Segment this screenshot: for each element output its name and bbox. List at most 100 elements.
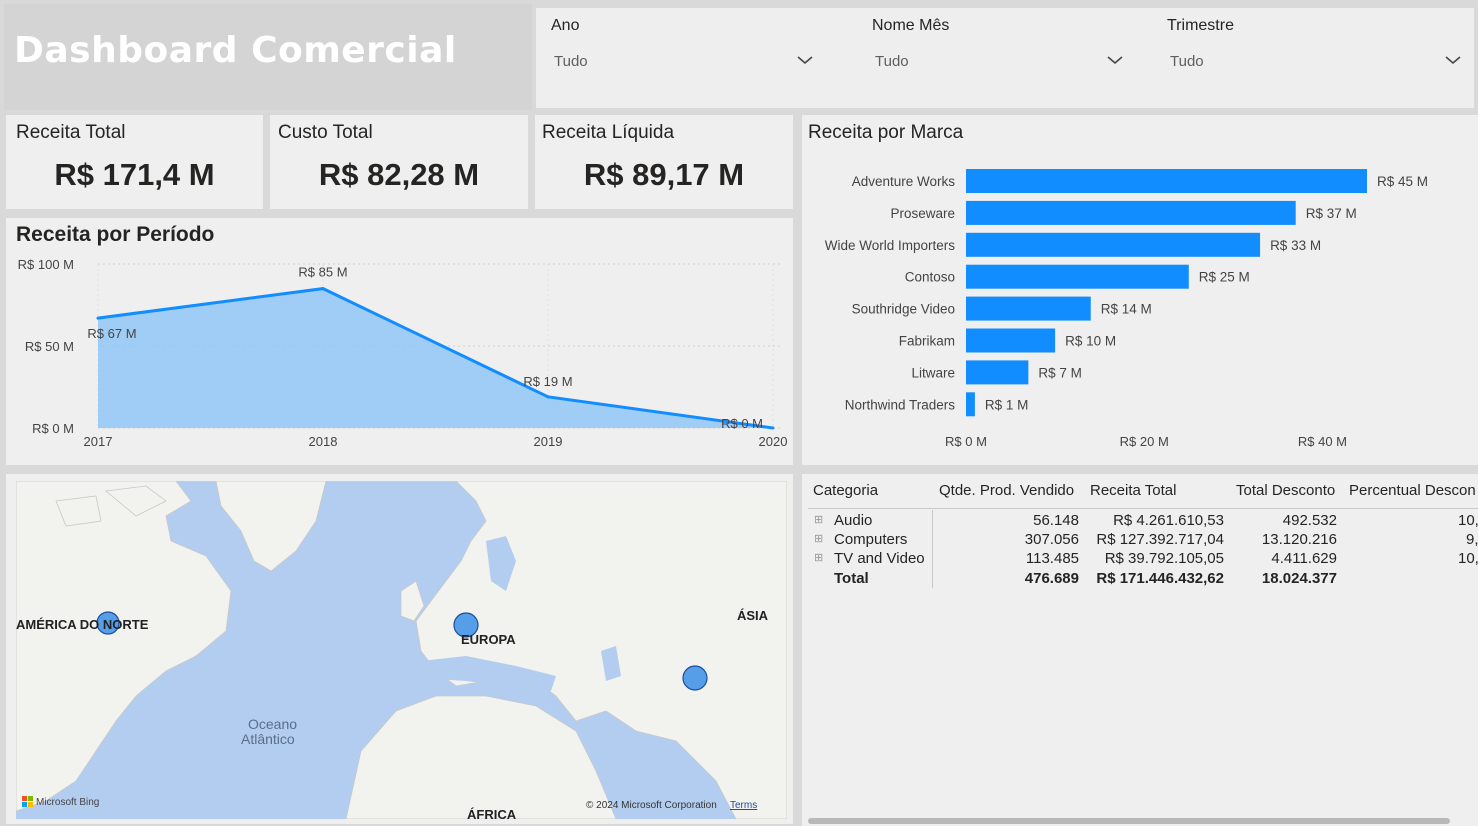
expand-icon[interactable]: ⊞ (814, 532, 823, 545)
slicer-ano[interactable]: Ano Tudo (536, 8, 836, 108)
bar (966, 296, 1091, 321)
data-point (771, 426, 775, 430)
horizontal-scrollbar[interactable] (808, 818, 1450, 824)
category-label: Proseware (890, 206, 955, 221)
data-label: R$ 10 M (1065, 334, 1116, 349)
kpi-receita-total: Receita Total R$ 171,4 M (6, 115, 263, 209)
chevron-down-icon[interactable] (1443, 50, 1463, 70)
bar (966, 200, 1296, 225)
column-header-desconto[interactable]: Total Desconto (1236, 482, 1335, 499)
asia-bubble (682, 665, 708, 691)
brand-bar-chart[interactable]: Adventure Works R$ 45 M Proseware R$ 37 M Wi… (802, 115, 1478, 465)
bing-label: Microsoft Bing (36, 797, 99, 808)
data-label: R$ 33 M (1270, 238, 1321, 253)
map-label-asia: ÁSIA (737, 608, 769, 623)
category-label: Litware (911, 365, 955, 380)
column-header-receita[interactable]: Receita Total (1090, 482, 1176, 499)
data-label: R$ 0 M (721, 416, 763, 431)
kpi-label: Receita Líquida (542, 122, 675, 143)
slicer-ano-value[interactable]: Tudo (554, 53, 588, 70)
cell-categoria: TV and Video (834, 550, 925, 567)
y-tick-label: R$ 0 M (32, 421, 74, 436)
bar (966, 264, 1189, 289)
kpi-label: Receita Total (16, 122, 126, 143)
x-tick-label: 2020 (759, 434, 788, 449)
data-table: Categoria Qtde. Prod. Vendido Receita To… (802, 474, 1478, 826)
slicer-ano-label: Ano (551, 17, 580, 34)
area-fill (98, 288, 773, 428)
expand-icon[interactable]: ⊞ (814, 513, 823, 526)
table-row[interactable]: ⊞ Audio 56.148 R$ 4.261.610,53 492.532 1… (802, 512, 1478, 532)
table-total-row: Total 476.689 R$ 171.446.432,62 18.024.3… (802, 570, 1478, 590)
cell-total-qtde: 476.689 (1024, 570, 1079, 587)
table-row[interactable]: ⊞ TV and Video 113.485 R$ 39.792.105,05 … (802, 550, 1478, 570)
map-label-north-america: AMÉRICA DO NORTE (16, 617, 149, 632)
cell-categoria: Audio (834, 512, 873, 529)
brand-chart-panel: Receita por Marca Adventure Works R$ 45 M… (802, 115, 1478, 465)
cell-categoria: Computers (834, 531, 908, 548)
kpi-receita-liquida: Receita Líquida R$ 89,17 M (535, 115, 793, 209)
slicer-nome-mes-value[interactable]: Tudo (875, 53, 909, 70)
map-terms-link: Terms (730, 800, 757, 811)
cell-total-receita: R$ 171.446.432,62 (1096, 570, 1224, 587)
cell-receita: R$ 127.392.717,04 (1096, 531, 1224, 548)
cell-receita: R$ 4.261.610,53 (1113, 512, 1224, 529)
slicer-trimestre[interactable]: Trimestre Tudo (1152, 8, 1474, 108)
period-area-chart[interactable]: R$ 100 M R$ 50 M R$ 0 M 2017 2018 2019 2020 R$ … (6, 218, 793, 465)
world-map[interactable]: AMÉRICA DO NORTE EUROPA ÁSIA ÁFRICA Ocea… (16, 481, 787, 819)
data-label: R$ 85 M (298, 265, 347, 280)
data-label: R$ 67 M (87, 326, 136, 341)
bar (966, 360, 1029, 385)
kpi-value: R$ 171,4 M (54, 157, 215, 192)
map-label-ocean: Atlântico (241, 731, 295, 747)
bar (966, 392, 975, 417)
cell-percentual: 9,3 (1466, 531, 1478, 548)
table-panel: Categoria Qtde. Prod. Vendido Receita To… (802, 474, 1478, 826)
bar (966, 169, 1367, 193)
page-title: Dashboard Comercial (14, 30, 457, 71)
slicer-nome-mes-label: Nome Mês (872, 17, 950, 34)
kpi-value: R$ 89,17 M (583, 157, 745, 192)
cell-qtde: 113.485 (1025, 550, 1079, 567)
category-label: Contoso (905, 270, 955, 285)
data-label: R$ 25 M (1199, 270, 1250, 285)
category-label: Southridge Video (852, 302, 955, 317)
table-header: Categoria Qtde. Prod. Vendido Receita To… (802, 482, 1478, 504)
chevron-down-icon[interactable] (795, 50, 815, 70)
cell-qtde: 56.148 (1033, 512, 1079, 529)
column-header-percentual[interactable]: Percentual Descon (1349, 482, 1476, 499)
data-label: R$ 14 M (1101, 302, 1152, 317)
kpi-label: Custo Total (278, 122, 373, 143)
data-label: R$ 45 M (1377, 174, 1428, 189)
table-row[interactable]: ⊞ Computers 307.056 R$ 127.392.717,04 13… (802, 531, 1478, 551)
period-chart-panel: Receita por Período R$ 100 M R$ 50 M R$ 0 … (6, 218, 793, 465)
column-header-categoria[interactable]: Categoria (813, 482, 878, 499)
category-label: Northwind Traders (845, 397, 956, 412)
column-header-qtde[interactable]: Qtde. Prod. Vendido (939, 482, 1074, 499)
cell-percentual: 10,0 (1458, 550, 1478, 567)
category-label: Adventure Works (852, 174, 956, 189)
slicer-trimestre-value[interactable]: Tudo (1170, 53, 1204, 70)
data-label: R$ 37 M (1306, 206, 1357, 221)
data-label: R$ 19 M (523, 374, 572, 389)
map-label-ocean: Oceano (248, 716, 297, 732)
cell-receita: R$ 39.792.105,05 (1104, 550, 1224, 567)
x-tick-label: R$ 40 M (1298, 434, 1347, 449)
chevron-down-icon[interactable] (1105, 50, 1125, 70)
slicer-nome-mes[interactable]: Nome Mês Tudo (857, 8, 1147, 108)
data-point (321, 287, 325, 291)
bar (966, 328, 1056, 353)
cell-desconto: 13.120.216 (1261, 531, 1337, 548)
expand-icon[interactable]: ⊞ (814, 551, 823, 564)
cell-desconto: 4.411.629 (1271, 550, 1337, 567)
bar (966, 232, 1261, 257)
x-tick-label: R$ 0 M (945, 434, 987, 449)
x-tick-label: R$ 20 M (1120, 434, 1169, 449)
category-label: Fabrikam (899, 334, 955, 349)
cell-total-desconto: 18.024.377 (1261, 570, 1337, 587)
x-tick-label: 2019 (534, 434, 563, 449)
data-point (96, 316, 100, 320)
y-tick-label: R$ 50 M (25, 339, 74, 354)
map-attribution: © 2024 Microsoft Corporation (586, 800, 717, 811)
header-divider (808, 508, 1478, 509)
